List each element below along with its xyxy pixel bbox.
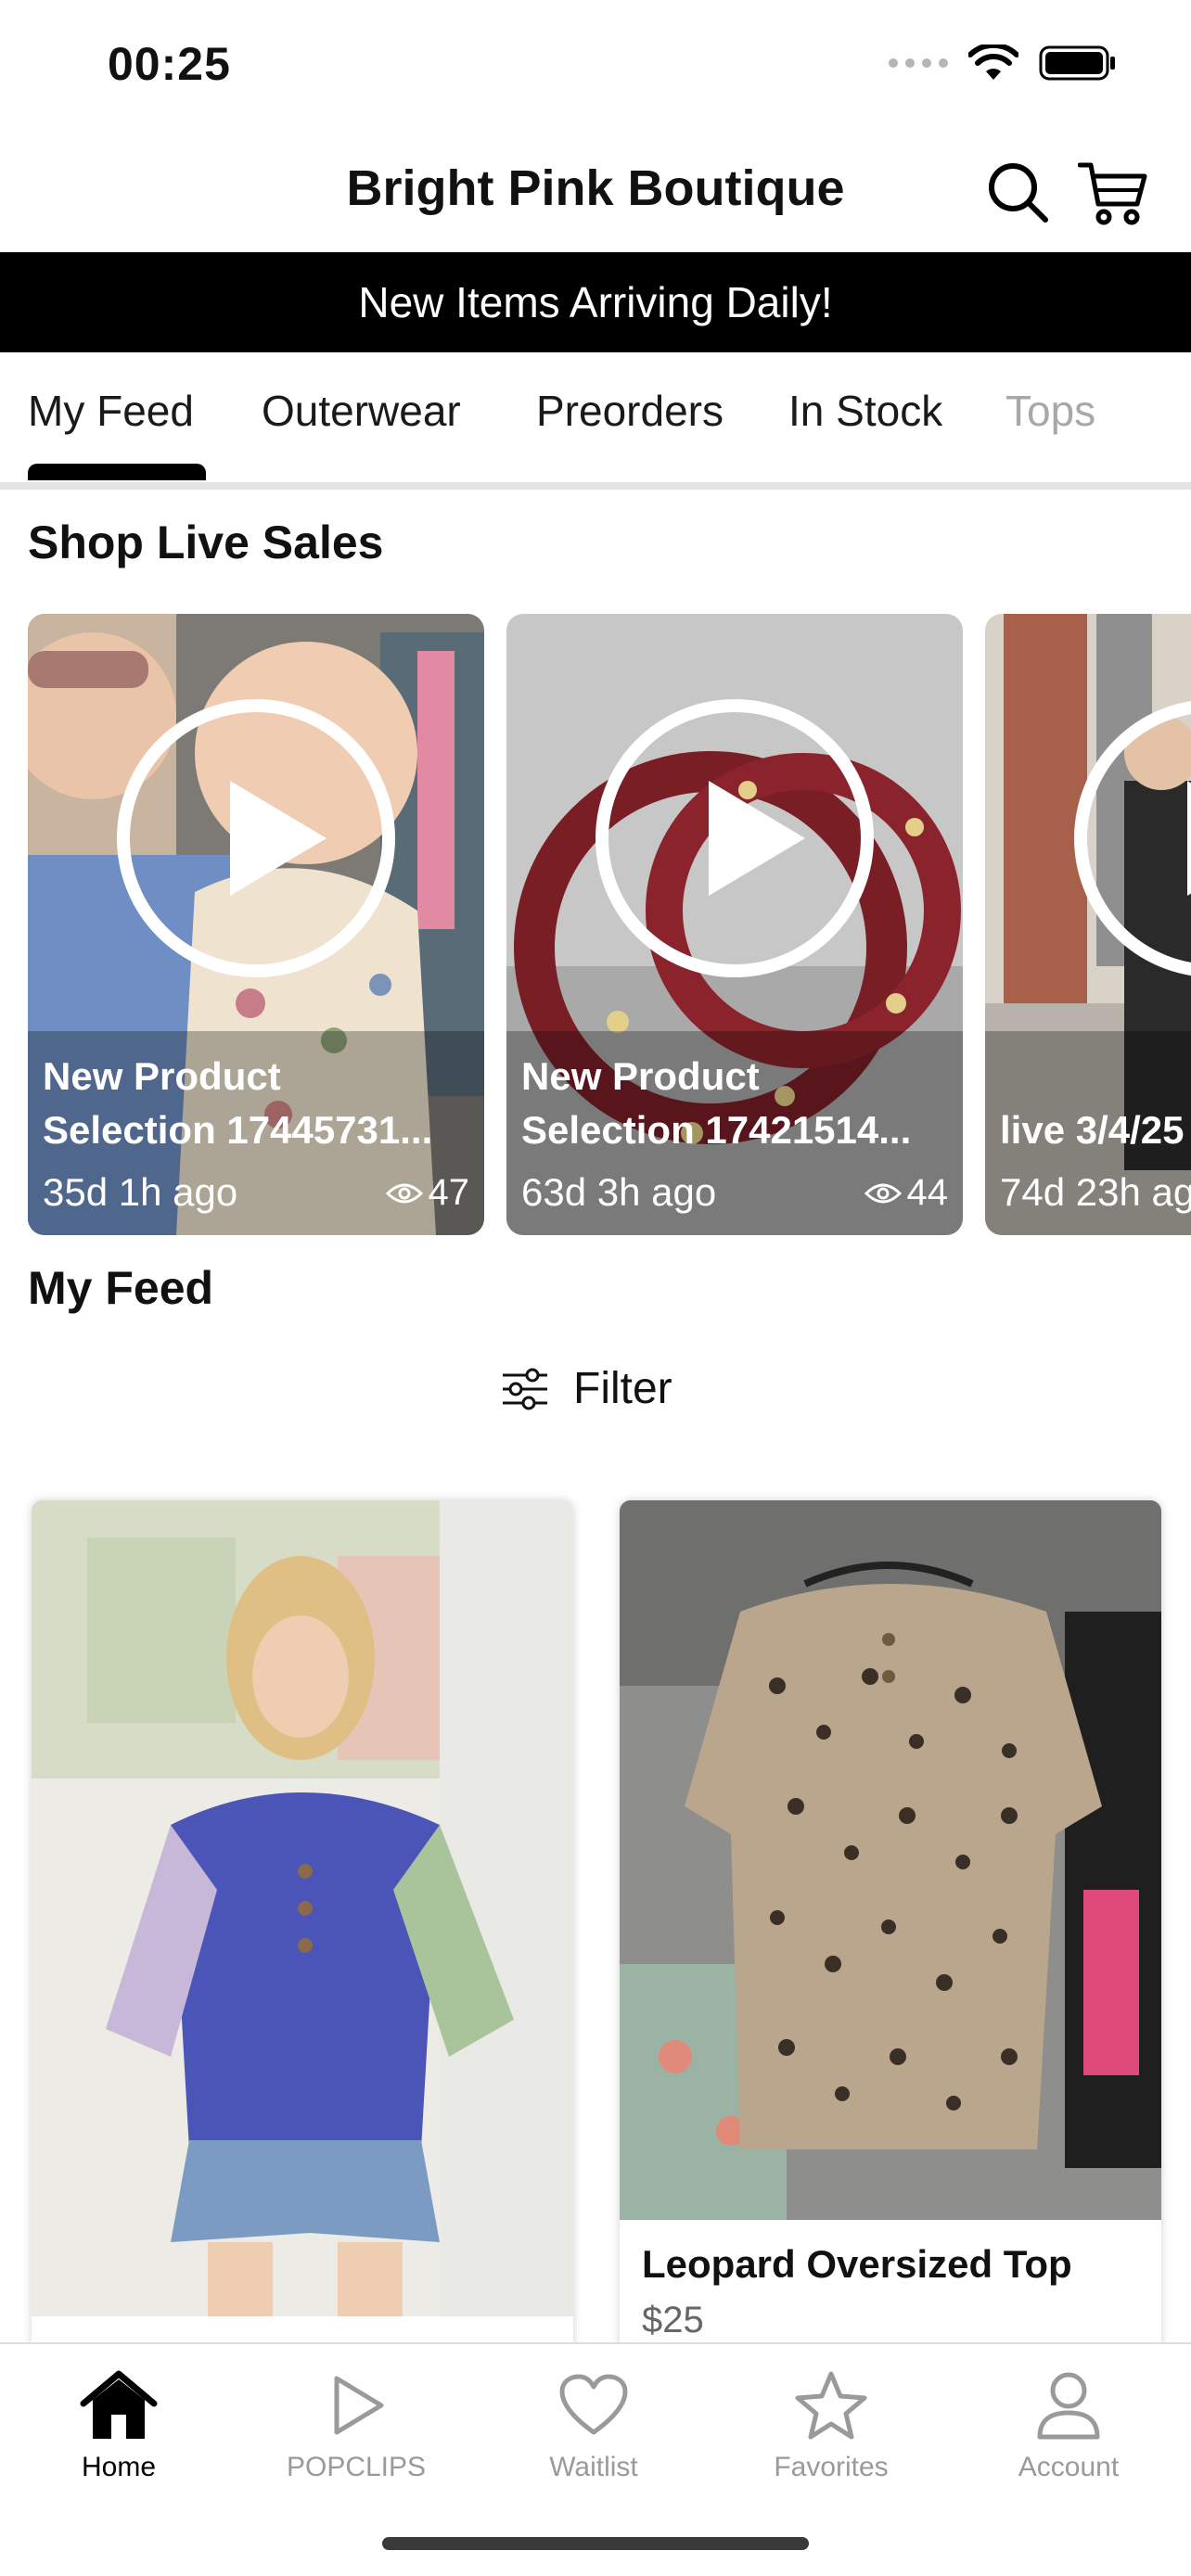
filter-button[interactable]: Filter [501, 1363, 672, 1414]
tab-outerwear[interactable]: Outerwear [262, 386, 461, 436]
product-image [620, 1500, 1161, 2220]
wifi-icon [968, 45, 1018, 80]
tabbar-account-label: Account [1018, 2452, 1120, 2482]
play-icon [117, 699, 395, 977]
tabbar-home[interactable]: Home [26, 2363, 211, 2483]
tab-my-feed[interactable]: My Feed [28, 386, 194, 436]
product-name: Leopard Oversized Top [642, 2242, 1072, 2286]
live-sales-heading: Shop Live Sales [28, 516, 384, 568]
tab-in-stock[interactable]: In Stock [788, 386, 942, 436]
tabbar-popclips-label: POPCLIPS [286, 2452, 427, 2482]
live-sale-card[interactable]: live 3/4/25 74d 23h ago [985, 614, 1191, 1235]
announcement-banner: New Items Arriving Daily! [0, 252, 1191, 352]
app-header: Bright Pink Boutique [0, 139, 1191, 252]
cart-icon [1078, 162, 1147, 225]
cellular-signal-icon [889, 58, 948, 68]
tabbar-waitlist-label: Waitlist [549, 2452, 638, 2482]
live-sale-card[interactable]: New Product Selection 17445731... 35d 1h… [28, 614, 484, 1235]
status-icons [889, 45, 1117, 82]
live-sale-title: live 3/4/25 [1000, 1108, 1185, 1152]
product-image [32, 1500, 573, 2316]
eye-icon [864, 1183, 902, 1203]
tabbar-popclips[interactable]: POPCLIPS [263, 2363, 449, 2483]
eye-icon [385, 1183, 423, 1203]
product-card[interactable]: Leopard Oversized Top $25 [620, 1500, 1161, 2353]
live-sale-card[interactable]: New Product Selection 17421514... 63d 3h… [506, 614, 963, 1235]
live-sales-carousel: New Product Selection 17445731... 35d 1h… [0, 614, 1191, 1237]
product-price: $25 [642, 2300, 704, 2340]
cart-button[interactable] [1076, 156, 1150, 230]
play-icon [334, 2376, 384, 2435]
live-sale-title: New Product Selection 17421514... [521, 1054, 912, 1152]
home-icon [80, 2370, 158, 2439]
tabbar-account[interactable]: Account [976, 2363, 1161, 2483]
tabbar-favorites[interactable]: Favorites [738, 2363, 924, 2483]
filter-label: Filter [573, 1364, 672, 1413]
feed-heading: My Feed [28, 1262, 214, 1314]
heart-icon [559, 2374, 628, 2435]
status-bar: 00:25 [0, 0, 1191, 130]
person-icon [1037, 2372, 1100, 2440]
live-sale-time: 35d 1h ago [43, 1170, 238, 1214]
view-count: 47 [385, 1172, 469, 1214]
tabbar-waitlist[interactable]: Waitlist [501, 2363, 686, 2483]
view-count: 44 [864, 1172, 948, 1214]
tab-preorders[interactable]: Preorders [536, 386, 724, 436]
play-icon [596, 699, 874, 977]
category-tabs: My Feed Outerwear Preorders In Stock Top… [0, 352, 1191, 490]
filter-sliders-icon [503, 1368, 547, 1409]
home-indicator[interactable] [382, 2537, 809, 2550]
star-icon [795, 2371, 867, 2440]
banner-text: New Items Arriving Daily! [358, 278, 833, 326]
product-card[interactable] [32, 1500, 573, 2353]
tabbar-favorites-label: Favorites [774, 2452, 889, 2482]
search-button[interactable] [981, 156, 1056, 230]
active-tab-indicator [28, 464, 206, 480]
live-sale-title: New Product Selection 17445731... [43, 1054, 433, 1152]
status-time: 00:25 [108, 38, 231, 90]
battery-icon [1039, 45, 1115, 81]
tabbar-home-label: Home [81, 2452, 157, 2482]
live-sale-time: 74d 23h ago [1000, 1170, 1191, 1214]
tab-tops[interactable]: Tops [1005, 386, 1095, 436]
live-sale-time: 63d 3h ago [521, 1170, 717, 1214]
search-icon [989, 163, 1048, 223]
